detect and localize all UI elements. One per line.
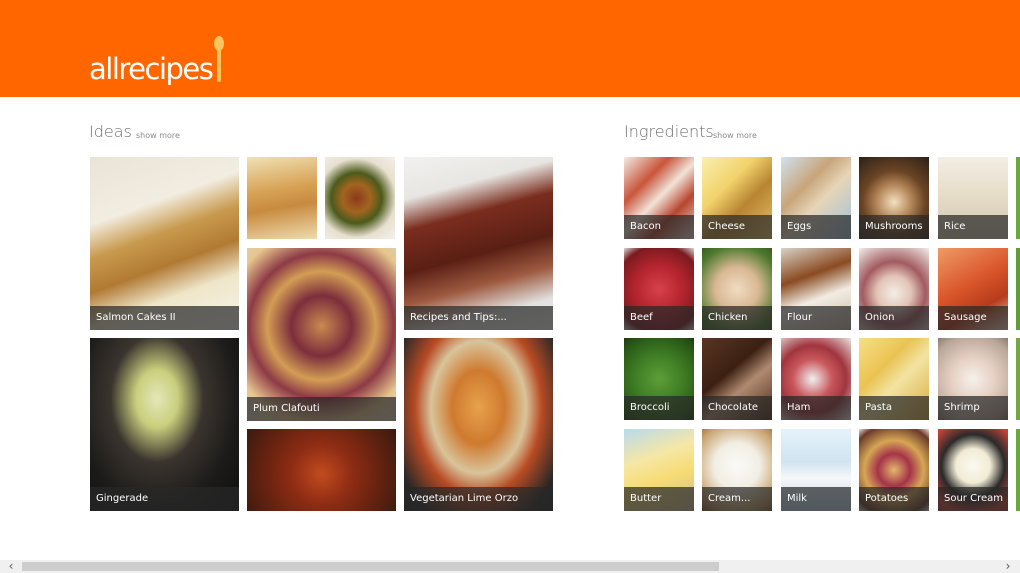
tile-label: Mushrooms [859,215,929,239]
ingredient-tile-cream[interactable]: Cream... [702,429,772,511]
idea-tile-carrots[interactable] [247,429,396,511]
tile-label: Eggs [781,215,851,239]
allrecipes-logo[interactable]: allrecipes [89,34,225,84]
tile-label: Flour [781,306,851,330]
tile-label: Onion [859,306,929,330]
tile-label: Gingerade [90,487,239,511]
ingredient-tile-chocolate[interactable]: Chocolate [702,338,772,420]
tile-label: Vegetarian Lime Orzo [404,487,553,511]
ingredient-tile-mushrooms[interactable]: Mushrooms [859,157,929,239]
ingredients-show-more-link[interactable]: show more [713,131,757,140]
tile-label: Rice [938,215,1008,239]
tile-label: Pasta [859,396,929,420]
tile-label: Butter [624,487,694,511]
tile-label: Chicken [702,306,772,330]
ingredient-tile-rice[interactable]: Rice [938,157,1008,239]
ingredient-tile-sausage[interactable]: Sausage [938,248,1008,330]
tile-label: Chocolate [702,396,772,420]
carrots-stew-image [247,429,396,511]
ingredient-tile-chicken[interactable]: Chicken [702,248,772,330]
idea-tile-plum-clafouti[interactable]: Plum Clafouti [247,248,396,421]
lime-orzo-image [404,338,553,511]
spoon-icon [213,36,225,84]
ideas-show-more-link[interactable]: show more [136,131,180,140]
ingredient-tile-cheese[interactable]: Cheese [702,157,772,239]
ingredient-tile-partial[interactable] [1016,248,1020,330]
plum-clafouti-image [247,248,396,421]
ingredient-tile-partial[interactable] [1016,338,1020,420]
tile-label: Shrimp [938,396,1008,420]
ingredient-tile-onion[interactable]: Onion [859,248,929,330]
idea-tile-gingerade[interactable]: Gingerade [90,338,239,511]
ingredient-tile-broccoli[interactable]: Broccoli [624,338,694,420]
ingredient-tile-eggs[interactable]: Eggs [781,157,851,239]
salmon-cakes-image [90,157,239,330]
idea-tile-vegetables[interactable] [325,157,395,239]
ingredients-heading[interactable]: Ingredients [624,122,714,141]
idea-tile-vegetarian-lime-orzo[interactable]: Vegetarian Lime Orzo [404,338,553,511]
ingredient-tile-pasta[interactable]: Pasta [859,338,929,420]
ingredient-tile-beef[interactable]: Beef [624,248,694,330]
ideas-heading[interactable]: Ideas [89,122,132,141]
gingerade-image [90,338,239,511]
tile-label: Beef [624,306,694,330]
ingredient-tile-sour-cream[interactable]: Sour Cream [938,429,1008,511]
idea-tile-salmon-cakes[interactable]: Salmon Cakes II [90,157,239,330]
tile-label: Bacon [624,215,694,239]
tile-label: Milk [781,487,851,511]
tile-label: Sour Cream [938,487,1008,511]
tile-label: Salmon Cakes II [90,306,239,330]
ingredient-tile-ham[interactable]: Ham [781,338,851,420]
tile-label: Recipes and Tips:... [404,306,553,330]
tile-label: Plum Clafouti [247,397,396,421]
app-header: allrecipes [0,0,1020,97]
tile-label: Potatoes [859,487,929,511]
ingredient-tile-flour[interactable]: Flour [781,248,851,330]
tile-label: Ham [781,396,851,420]
ingredient-tile-potatoes[interactable]: Potatoes [859,429,929,511]
scroll-right-icon[interactable]: › [1001,559,1015,573]
tile-label: Sausage [938,306,1008,330]
scroll-left-icon[interactable]: ‹ [4,559,18,573]
idea-tile-pastry[interactable] [247,157,317,239]
ingredient-tile-partial[interactable] [1016,429,1020,511]
ingredient-tile-bacon[interactable]: Bacon [624,157,694,239]
logo-text: allrecipes [89,52,214,86]
tile-label: Cream... [702,487,772,511]
tile-label: Broccoli [624,396,694,420]
idea-tile-recipes-and-tips[interactable]: Recipes and Tips:... [404,157,553,330]
vegetables-image [325,157,395,239]
scrollbar-thumb[interactable] [22,562,719,571]
ingredient-tile-shrimp[interactable]: Shrimp [938,338,1008,420]
ingredient-tile-milk[interactable]: Milk [781,429,851,511]
grilled-meat-image [404,157,553,330]
ingredient-tile-butter[interactable]: Butter [624,429,694,511]
tile-label: Cheese [702,215,772,239]
ingredient-tile-partial[interactable] [1016,157,1020,239]
pastry-image [247,157,317,239]
